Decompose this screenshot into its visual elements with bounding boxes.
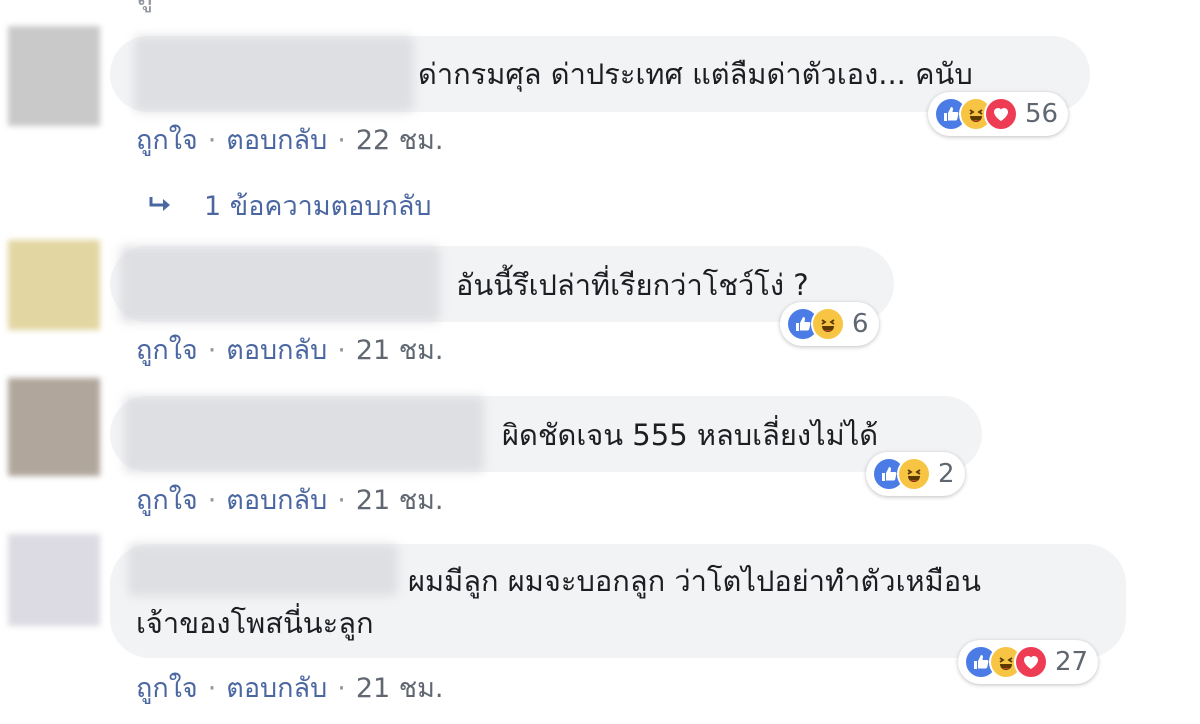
love-icon <box>984 97 1018 131</box>
reaction-summary[interactable]: 6 <box>780 302 879 346</box>
separator: · <box>207 125 217 156</box>
comment-thread: ถู ด่ากรมศุล ด่าประเทศ แต่ลืมด่าตัวเอง..… <box>0 0 1200 724</box>
view-replies-link[interactable]: 1 ข้อความตอบกลับ <box>148 184 432 227</box>
love-icon <box>1014 645 1048 679</box>
like-link[interactable]: ถูกใจ <box>136 666 198 709</box>
separator: · <box>337 125 346 156</box>
reaction-summary[interactable]: 27 <box>958 640 1099 684</box>
avatar[interactable] <box>8 26 100 126</box>
timestamp[interactable]: 21 ชม. <box>356 328 444 371</box>
comment-bubble: อันนี้รึเปล่าที่เรียกว่าโชว์โง่ ? <box>110 246 894 322</box>
reply-link[interactable]: ตอบกลับ <box>226 478 327 521</box>
previous-comment-fragment: ถู <box>136 0 153 18</box>
avatar[interactable] <box>8 378 100 476</box>
comment-text-line-1: ผมมีลูก ผมจะบอกลูก ว่าโตไปอย่าทำตัวเหมือ… <box>408 564 981 598</box>
reply-arrow-icon <box>148 195 174 217</box>
reaction-count: 2 <box>938 459 955 489</box>
replies-count-label: 1 ข้อความตอบกลับ <box>204 191 432 222</box>
reaction-count: 27 <box>1055 647 1089 677</box>
like-link[interactable]: ถูกใจ <box>136 328 198 371</box>
comment-actions: ถูกใจ · ตอบกลับ · 21 ชม. <box>136 666 443 709</box>
reaction-count: 56 <box>1025 99 1059 129</box>
comment-text: อันนี้รึเปล่าที่เรียกว่าโชว์โง่ ? <box>456 268 809 302</box>
reaction-count: 6 <box>852 309 869 339</box>
author-name-blurred[interactable] <box>128 544 398 596</box>
timestamp[interactable]: 22 ชม. <box>356 118 444 161</box>
like-link[interactable]: ถูกใจ <box>136 478 198 521</box>
comment-actions: ถูกใจ · ตอบกลับ · 22 ชม. <box>136 118 443 161</box>
author-name-blurred[interactable] <box>120 246 440 322</box>
author-name-blurred[interactable] <box>124 396 484 472</box>
separator: · <box>337 485 346 516</box>
reply-link[interactable]: ตอบกลับ <box>226 328 327 371</box>
comment-text-line-2: เจ้าของโพสนี่นะลูก <box>136 606 374 640</box>
reply-link[interactable]: ตอบกลับ <box>226 118 327 161</box>
avatar[interactable] <box>8 534 100 626</box>
reaction-summary[interactable]: 2 <box>866 452 965 496</box>
reaction-summary[interactable]: 56 <box>928 92 1069 136</box>
author-name-blurred[interactable] <box>134 36 414 112</box>
comment-bubble: ผิดชัดเจน 555 หลบเลี่ยงไม่ได้ <box>110 396 982 472</box>
separator: · <box>337 335 346 366</box>
comment-actions: ถูกใจ · ตอบกลับ · 21 ชม. <box>136 478 443 521</box>
comment-text: ด่ากรมศุล ด่าประเทศ แต่ลืมด่าตัวเอง... ค… <box>418 57 973 91</box>
avatar[interactable] <box>8 240 100 330</box>
comment-actions: ถูกใจ · ตอบกลับ · 21 ชม. <box>136 328 443 371</box>
reply-link[interactable]: ตอบกลับ <box>226 666 327 709</box>
separator: · <box>207 335 217 366</box>
haha-icon <box>897 457 931 491</box>
separator: · <box>207 485 217 516</box>
timestamp[interactable]: 21 ชม. <box>356 666 444 709</box>
separator: · <box>337 673 346 704</box>
separator: · <box>207 673 217 704</box>
haha-icon <box>811 307 845 341</box>
like-link[interactable]: ถูกใจ <box>136 118 198 161</box>
comment-text: ผิดชัดเจน 555 หลบเลี่ยงไม่ได้ <box>502 418 879 452</box>
timestamp[interactable]: 21 ชม. <box>356 478 444 521</box>
